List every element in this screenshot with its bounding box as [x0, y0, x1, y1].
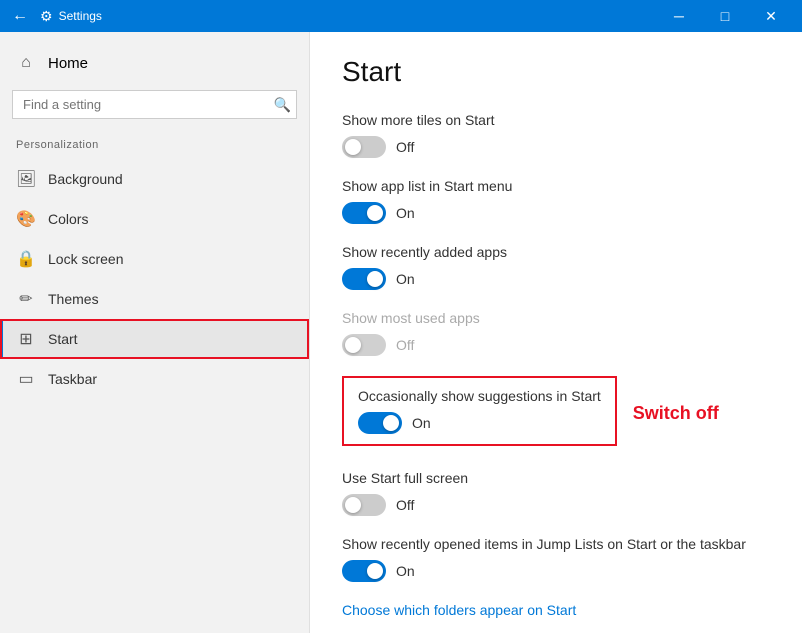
toggle-thumb-jump-lists: [367, 563, 383, 579]
setting-suggestions: Occasionally show suggestions in Start O…: [342, 376, 770, 450]
toggle-more-tiles[interactable]: [342, 136, 386, 158]
home-label: Home: [48, 55, 88, 72]
toggle-value-full-screen: Off: [396, 497, 414, 513]
setting-most-used: Show most used apps Off: [342, 310, 770, 356]
setting-row-jump-lists: On: [342, 560, 770, 582]
settings-icon: ⚙: [40, 8, 53, 25]
toggle-jump-lists[interactable]: [342, 560, 386, 582]
toggle-thumb-full-screen: [345, 497, 361, 513]
setting-row-suggestions: On: [358, 412, 601, 434]
toggle-thumb-recently-added: [367, 271, 383, 287]
setting-label-full-screen: Use Start full screen: [342, 470, 770, 486]
home-icon: ⌂: [16, 54, 36, 72]
toggle-value-more-tiles: Off: [396, 139, 414, 155]
search-button[interactable]: 🔍: [274, 96, 291, 113]
toggle-app-list[interactable]: [342, 202, 386, 224]
setting-label-more-tiles: Show more tiles on Start: [342, 112, 770, 128]
sidebar-item-taskbar[interactable]: ▭ Taskbar: [0, 359, 309, 399]
sidebar-label-lockscreen: Lock screen: [48, 251, 123, 267]
sidebar-label-taskbar: Taskbar: [48, 371, 97, 387]
minimize-button[interactable]: ─: [656, 0, 702, 32]
content-area: Start Show more tiles on Start Off Show …: [310, 32, 802, 633]
sidebar-label-background: Background: [48, 171, 123, 187]
window-controls: ─ □ ✕: [656, 0, 794, 32]
sidebar-item-colors[interactable]: 🎨 Colors: [0, 199, 309, 239]
titlebar: ← ⚙ Settings ─ □ ✕: [0, 0, 802, 32]
background-icon: 🖼: [16, 169, 36, 189]
taskbar-icon: ▭: [16, 369, 36, 389]
setting-label-most-used: Show most used apps: [342, 310, 770, 326]
toggle-full-screen[interactable]: [342, 494, 386, 516]
switch-off-annotation: Switch off: [633, 403, 719, 424]
toggle-value-app-list: On: [396, 205, 415, 221]
toggle-value-most-used: Off: [396, 337, 414, 353]
toggle-thumb-most-used: [345, 337, 361, 353]
main-layout: ⌂ Home 🔍 Personalization 🖼 Background 🎨 …: [0, 32, 802, 633]
setting-row-more-tiles: Off: [342, 136, 770, 158]
setting-label-app-list: Show app list in Start menu: [342, 178, 770, 194]
sidebar: ⌂ Home 🔍 Personalization 🖼 Background 🎨 …: [0, 32, 310, 633]
sidebar-item-background[interactable]: 🖼 Background: [0, 159, 309, 199]
sidebar-item-lockscreen[interactable]: 🔒 Lock screen: [0, 239, 309, 279]
toggle-thumb-suggestions: [383, 415, 399, 431]
setting-row-recently-added: On: [342, 268, 770, 290]
toggle-recently-added[interactable]: [342, 268, 386, 290]
toggle-suggestions[interactable]: [358, 412, 402, 434]
highlight-row-suggestions: Occasionally show suggestions in Start O…: [342, 376, 770, 450]
toggle-thumb-app-list: [367, 205, 383, 221]
setting-app-list: Show app list in Start menu On: [342, 178, 770, 224]
setting-row-most-used: Off: [342, 334, 770, 356]
sidebar-item-start[interactable]: ⊞ Start: [0, 319, 309, 359]
toggle-value-recently-added: On: [396, 271, 415, 287]
search-input[interactable]: [12, 90, 297, 119]
close-button[interactable]: ✕: [748, 0, 794, 32]
setting-label-recently-added: Show recently added apps: [342, 244, 770, 260]
highlight-box-suggestions: Occasionally show suggestions in Start O…: [342, 376, 617, 446]
bottom-link[interactable]: Choose which folders appear on Start: [342, 602, 770, 618]
themes-icon: ✏: [16, 289, 36, 309]
setting-label-suggestions: Occasionally show suggestions in Start: [358, 388, 601, 404]
maximize-button[interactable]: □: [702, 0, 748, 32]
setting-row-full-screen: Off: [342, 494, 770, 516]
section-label: Personalization: [0, 135, 309, 159]
toggle-thumb-more-tiles: [345, 139, 361, 155]
sidebar-item-themes[interactable]: ✏ Themes: [0, 279, 309, 319]
toggle-value-suggestions: On: [412, 415, 431, 431]
sidebar-label-colors: Colors: [48, 211, 88, 227]
lockscreen-icon: 🔒: [16, 249, 36, 269]
setting-more-tiles: Show more tiles on Start Off: [342, 112, 770, 158]
sidebar-label-start: Start: [48, 331, 78, 347]
start-icon: ⊞: [16, 329, 36, 349]
search-box: 🔍: [12, 90, 297, 119]
sidebar-home[interactable]: ⌂ Home: [0, 44, 309, 82]
titlebar-title: Settings: [59, 9, 656, 23]
toggle-value-jump-lists: On: [396, 563, 415, 579]
sidebar-label-themes: Themes: [48, 291, 99, 307]
setting-row-app-list: On: [342, 202, 770, 224]
toggle-most-used: [342, 334, 386, 356]
page-title: Start: [342, 56, 770, 88]
setting-recently-added: Show recently added apps On: [342, 244, 770, 290]
back-button[interactable]: ←: [8, 4, 32, 28]
setting-jump-lists: Show recently opened items in Jump Lists…: [342, 536, 770, 582]
setting-full-screen: Use Start full screen Off: [342, 470, 770, 516]
setting-label-jump-lists: Show recently opened items in Jump Lists…: [342, 536, 770, 552]
colors-icon: 🎨: [16, 209, 36, 229]
